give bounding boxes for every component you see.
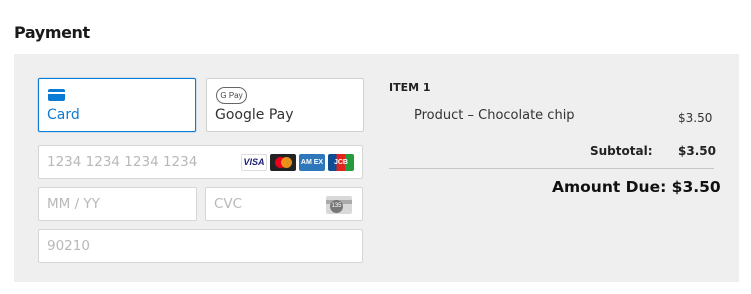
cvc-card-icon: 135 bbox=[326, 196, 352, 214]
card-method-tab[interactable]: Card bbox=[38, 78, 196, 132]
jcb-icon: JCB bbox=[328, 154, 354, 171]
subtotal-value: $3.50 bbox=[678, 144, 716, 158]
item-heading: ITEM 1 bbox=[389, 81, 431, 94]
credit-card-icon bbox=[48, 89, 65, 101]
expiry-field-wrapper bbox=[38, 187, 197, 221]
product-name: Product – Chocolate chip bbox=[414, 108, 575, 123]
payment-panel: Card G Pay Google Pay VISA AM EX JCB 135… bbox=[14, 54, 739, 282]
card-method-label: Card bbox=[47, 107, 80, 123]
cvc-badge: 135 bbox=[330, 200, 343, 213]
visa-icon: VISA bbox=[241, 154, 267, 171]
mastercard-icon bbox=[270, 154, 296, 171]
zip-field-wrapper bbox=[38, 229, 363, 263]
subtotal-label: Subtotal: bbox=[590, 144, 653, 158]
page-title: Payment bbox=[14, 23, 90, 42]
expiry-input[interactable] bbox=[39, 188, 196, 220]
google-pay-method-tab[interactable]: G Pay Google Pay bbox=[206, 78, 364, 132]
card-number-field-wrapper: VISA AM EX JCB bbox=[38, 145, 363, 179]
amount-due: Amount Due: $3.50 bbox=[552, 178, 721, 196]
product-price: $3.50 bbox=[678, 111, 713, 125]
card-brands: VISA AM EX JCB bbox=[241, 154, 354, 171]
zip-input[interactable] bbox=[39, 230, 362, 262]
cvc-field-wrapper: 135 bbox=[205, 187, 363, 221]
amex-icon: AM EX bbox=[299, 154, 325, 171]
google-pay-method-label: Google Pay bbox=[215, 107, 294, 123]
summary-divider bbox=[389, 168, 714, 169]
google-pay-icon: G Pay bbox=[216, 87, 247, 104]
